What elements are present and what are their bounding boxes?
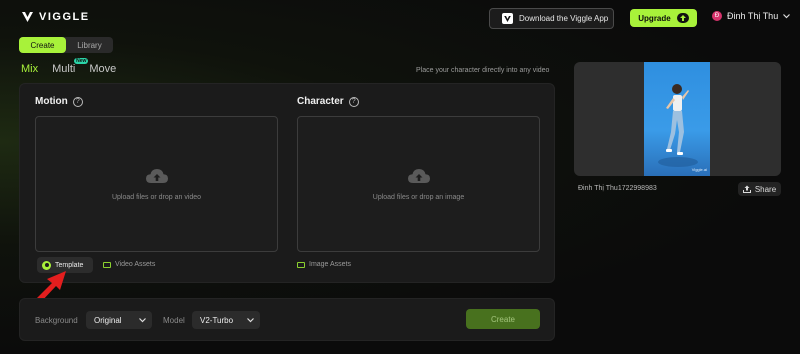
tab-move[interactable]: Move xyxy=(89,63,116,75)
tab-mix[interactable]: Mix xyxy=(21,63,38,75)
avatar: Đ xyxy=(712,11,722,21)
cloud-upload-icon xyxy=(145,168,168,183)
help-icon[interactable]: ? xyxy=(348,96,359,107)
logo-text: VIGGLE xyxy=(39,11,90,23)
motion-dropzone[interactable]: Upload files or drop an video xyxy=(35,116,278,252)
help-icon[interactable]: ? xyxy=(72,96,83,107)
user-name: Đinh Thị Thu xyxy=(727,11,779,21)
logo[interactable]: VIGGLE xyxy=(22,11,90,23)
preview-name: Đinh Thị Thu1722998983 xyxy=(578,185,657,192)
model-value: V2-Turbo xyxy=(200,315,234,325)
download-app-button[interactable]: Download the Viggle App xyxy=(489,8,614,29)
cloud-upload-icon xyxy=(407,168,430,183)
mode-tabs: Mix Multi New Move xyxy=(21,58,116,75)
motion-drop-text: Upload files or drop an video xyxy=(111,193,202,201)
motion-title-text: Motion xyxy=(35,96,68,107)
video-preview[interactable]: Viggle.ai xyxy=(574,62,781,176)
preview-thumbnail: Viggle.ai xyxy=(644,62,710,176)
arrow-up-icon xyxy=(676,13,689,23)
top-tabs: Create Library xyxy=(19,37,113,53)
background-select[interactable]: Original xyxy=(86,311,152,329)
viggle-app-icon xyxy=(502,13,513,24)
share-icon xyxy=(742,185,751,193)
share-button[interactable]: Share xyxy=(738,182,781,196)
tab-multi-label: Multi xyxy=(52,63,76,75)
tab-create[interactable]: Create xyxy=(19,37,66,53)
mix-hint: Place your character directly into any v… xyxy=(416,67,550,74)
video-assets-link[interactable]: Video Assets xyxy=(103,261,155,268)
model-select[interactable]: V2-Turbo xyxy=(192,311,260,329)
viggle-logo-icon xyxy=(22,12,33,22)
character-dropzone[interactable]: Upload files or drop an image xyxy=(297,116,540,252)
model-label: Model xyxy=(163,316,185,325)
new-badge: New xyxy=(74,58,89,64)
upgrade-label: Upgrade xyxy=(638,13,671,23)
create-button[interactable]: Create xyxy=(466,309,540,329)
tab-multi[interactable]: Multi New xyxy=(52,58,89,75)
dancer-figure xyxy=(658,84,698,167)
folder-icon xyxy=(103,261,111,268)
background-label: Background xyxy=(35,316,78,325)
character-title: Character ? xyxy=(297,96,359,107)
user-menu[interactable]: Đ Đinh Thị Thu xyxy=(712,11,791,21)
video-assets-label: Video Assets xyxy=(115,261,156,268)
image-assets-label: Image Assets xyxy=(309,261,352,268)
download-app-label: Download the Viggle App xyxy=(519,14,609,23)
image-assets-link[interactable]: Image Assets xyxy=(297,261,351,268)
folder-icon xyxy=(297,261,305,268)
motion-title: Motion ? xyxy=(35,96,83,107)
upgrade-button[interactable]: Upgrade xyxy=(630,9,697,27)
tab-library[interactable]: Library xyxy=(66,37,113,53)
background-value: Original xyxy=(94,315,122,325)
character-title-text: Character xyxy=(297,96,344,107)
character-drop-text: Upload files or drop an image xyxy=(372,193,465,201)
chevron-down-icon xyxy=(139,317,146,322)
chevron-down-icon xyxy=(247,317,254,322)
chevron-down-icon xyxy=(783,13,791,18)
share-label: Share xyxy=(754,184,777,194)
watermark: Viggle.ai xyxy=(691,167,707,172)
